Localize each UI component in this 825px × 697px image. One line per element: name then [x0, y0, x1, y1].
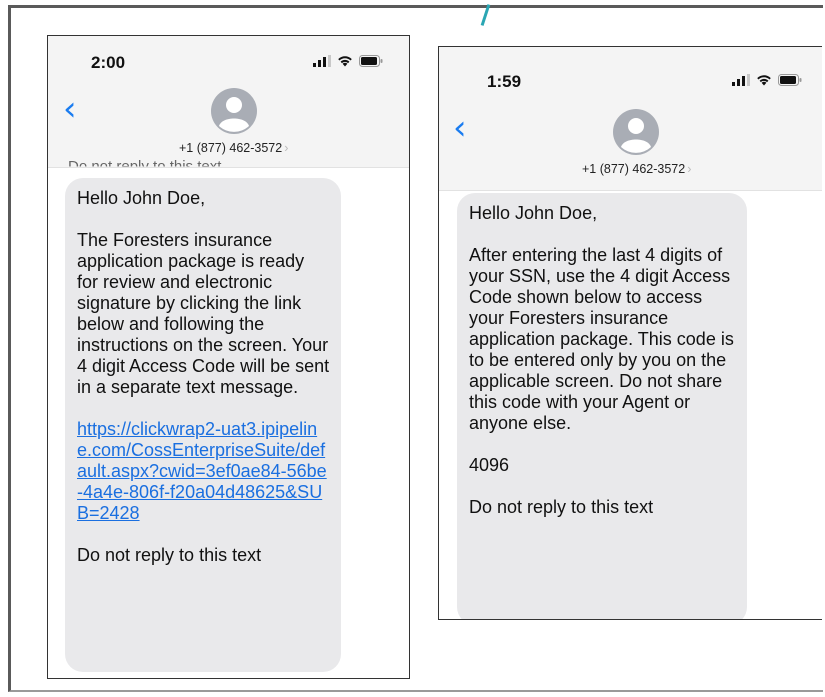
message-greeting: Hello John Doe, — [469, 203, 598, 223]
right-phone-screen: 1:59 ‹ +1 (877) 462-3572 › Hello John Doe… — [438, 46, 822, 620]
access-code: 4096 — [469, 455, 510, 475]
message-footer: Do not reply to this text — [77, 545, 262, 565]
left-phone-screen: 2:00 ‹ +1 (877) 462-3572 › Do not reply t… — [47, 35, 410, 679]
message-body: After entering the last 4 digits of your… — [469, 245, 734, 433]
chevron-right-icon: › — [687, 162, 692, 176]
status-icons — [313, 55, 383, 67]
battery-icon — [778, 74, 802, 86]
contact-avatar-icon[interactable] — [613, 109, 659, 155]
message-footer: Do not reply to this text — [469, 497, 654, 517]
message-greeting: Hello John Doe, — [77, 188, 206, 208]
contact-number-text: +1 (877) 462-3572 — [582, 162, 686, 176]
message-bubble: Hello John Doe, The Foresters insurance … — [65, 178, 341, 672]
wifi-icon — [337, 55, 353, 67]
contact-number[interactable]: +1 (877) 462-3572 › — [582, 162, 691, 176]
status-icons — [732, 74, 802, 86]
conversation-header: 1:59 ‹ +1 (877) 462-3572 › — [439, 47, 822, 191]
previous-message-partial: Do not reply to this text — [68, 158, 222, 175]
contact-number-text: +1 (877) 462-3572 — [179, 141, 283, 155]
conversation-header: 2:00 ‹ +1 (877) 462-3572 › Do not reply t… — [48, 36, 409, 168]
wifi-icon — [756, 74, 772, 86]
chevron-left-icon[interactable]: ‹ — [453, 111, 467, 145]
cellular-signal-icon — [313, 55, 331, 67]
chevron-right-icon: › — [284, 141, 289, 155]
battery-icon — [359, 55, 383, 67]
application-link[interactable]: https://clickwrap2-uat3.ipipeline.com/Co… — [77, 419, 327, 523]
cellular-signal-icon — [732, 74, 750, 86]
status-time: 1:59 — [487, 72, 522, 91]
contact-number[interactable]: +1 (877) 462-3572 › — [179, 141, 288, 155]
contact-avatar-icon[interactable] — [211, 88, 257, 134]
chevron-left-icon[interactable]: ‹ — [63, 92, 77, 126]
message-body: The Foresters insurance application pack… — [77, 230, 330, 397]
message-bubble: Hello John Doe, After entering the last … — [457, 193, 747, 619]
status-time: 2:00 — [91, 53, 126, 72]
